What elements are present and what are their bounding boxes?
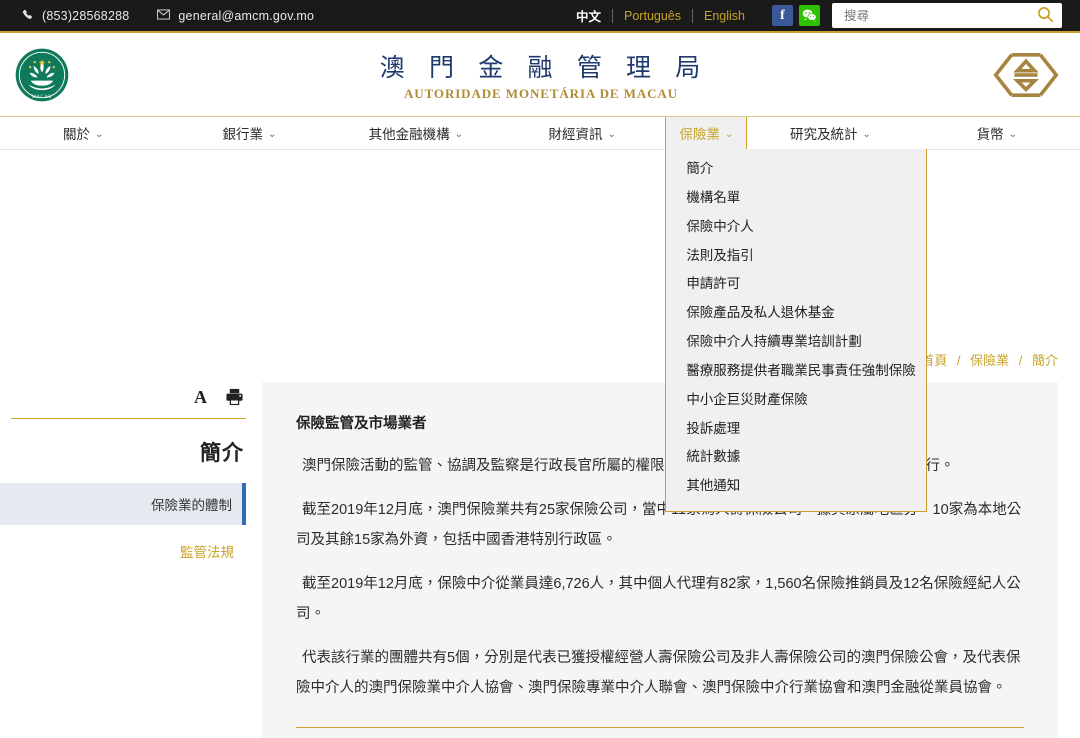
chevron-down-icon: ⌄ — [1009, 129, 1017, 140]
social-links: f — [772, 5, 820, 26]
nav-label-other-financial-institutions: 其他金融機構 — [369, 123, 450, 143]
main-navigation: 關於 ⌄ 銀行業 ⌄ 其他金融機構 ⌄ 財經資訊 ⌄ 保險業 ⌄ 研究及統計 ⌄… — [0, 117, 1080, 150]
facebook-glyph: f — [780, 8, 785, 24]
chevron-down-icon: ⌄ — [455, 129, 463, 140]
phone-number: (853)28568288 — [42, 9, 129, 23]
lang-option-zh[interactable]: 中文 — [565, 6, 612, 25]
site-title-chinese: 澳 門 金 融 管 理 局 — [0, 48, 1080, 84]
nav-item-research-statistics[interactable]: 研究及統計 ⌄ — [747, 117, 913, 149]
breadcrumb: 首頁 / 保險業 / 簡介 — [921, 350, 1058, 369]
sidebar-item-insurance-system[interactable]: 保險業的體制 — [0, 483, 246, 525]
chevron-down-icon: ⌄ — [95, 129, 103, 140]
nav-label-about: 關於 — [63, 123, 90, 143]
sidebar-item-regulations[interactable]: 監管法規 — [0, 525, 246, 572]
dropdown-item-rules-guidelines[interactable]: 法則及指引 — [666, 242, 926, 271]
last-modified-text: 最後修訂: 2020-03-27 14:39:05 — [296, 728, 1024, 738]
dropdown-item-cpd-programme[interactable]: 保險中介人持續專業培訓計劃 — [666, 328, 926, 357]
dropdown-item-insurance-intermediaries[interactable]: 保險中介人 — [666, 213, 926, 242]
print-icon[interactable] — [225, 388, 244, 406]
chevron-down-icon: ⌄ — [268, 129, 276, 140]
language-switcher: 中文 Português English — [565, 6, 756, 25]
envelope-icon — [157, 9, 170, 22]
macau-sar-emblem-icon[interactable]: MACAU — [14, 47, 70, 103]
content-panel: 保險監管及市場業者 澳門保險活動的監管、協調及監察是行政長官所屬的權限，由澳門金… — [262, 382, 1058, 738]
content-paragraph-3: 截至2019年12月底，保險中介從業員達6,726人，其中個人代理有82家，1,… — [296, 569, 1024, 629]
lang-option-pt[interactable]: Português — [612, 9, 692, 23]
site-title-block: 澳 門 金 融 管 理 局 AUTORIDADE MONETÁRIA DE MA… — [0, 48, 1080, 102]
phone-icon — [22, 9, 34, 23]
nav-label-banking: 銀行業 — [223, 123, 264, 143]
svg-text:MACAU: MACAU — [32, 94, 52, 99]
email-address: general@amcm.gov.mo — [178, 9, 314, 23]
dropdown-item-statistics[interactable]: 統計數據 — [666, 443, 926, 472]
sidebar-title: 簡介 — [0, 419, 246, 483]
nav-label-research-statistics: 研究及統計 — [790, 123, 858, 143]
top-utility-bar: (853)28568288 general@amcm.gov.mo 中文 Por… — [0, 0, 1080, 33]
dropdown-item-complaint-handling[interactable]: 投訴處理 — [666, 415, 926, 444]
chevron-down-icon: ⌄ — [607, 129, 615, 140]
facebook-icon[interactable]: f — [772, 5, 793, 26]
search-button[interactable] — [1035, 6, 1056, 26]
nav-item-financial-information[interactable]: 財經資訊 ⌄ — [499, 117, 665, 149]
search-input[interactable] — [842, 8, 1035, 24]
nav-item-banking[interactable]: 銀行業 ⌄ — [166, 117, 332, 149]
font-size-button[interactable]: A — [194, 388, 207, 406]
dropdown-item-insurance-products-pension-funds[interactable]: 保險產品及私人退休基金 — [666, 299, 926, 328]
nav-item-other-financial-institutions[interactable]: 其他金融機構 ⌄ — [333, 117, 499, 149]
page-tools: A — [0, 382, 246, 416]
contact-group: (853)28568288 general@amcm.gov.mo — [22, 9, 314, 23]
nav-label-financial-information: 財經資訊 — [548, 123, 602, 143]
nav-item-about[interactable]: 關於 ⌄ — [0, 117, 166, 149]
dropdown-item-sme-catastrophe-property-insurance[interactable]: 中小企巨災財產保險 — [666, 386, 926, 415]
breadcrumb-section[interactable]: 保險業 — [970, 353, 1009, 368]
nav-label-currency: 貨幣 — [977, 123, 1004, 143]
chevron-down-icon: ⌄ — [725, 129, 733, 140]
nav-item-insurance[interactable]: 保險業 ⌄ — [665, 117, 747, 149]
lang-option-en[interactable]: English — [692, 9, 756, 23]
search-icon — [1037, 6, 1054, 26]
dropdown-item-medical-liability-insurance[interactable]: 醫療服務提供者職業民事責任強制保險 — [666, 357, 926, 386]
nav-label-insurance: 保險業 — [679, 123, 720, 143]
amcm-diamond-logo-icon[interactable] — [990, 49, 1062, 101]
dropdown-item-institution-list[interactable]: 機構名單 — [666, 184, 926, 213]
dropdown-item-other-notices[interactable]: 其他通知 — [666, 472, 926, 501]
breadcrumb-separator: / — [951, 353, 967, 368]
breadcrumb-current: 簡介 — [1032, 353, 1058, 368]
phone-contact[interactable]: (853)28568288 — [22, 9, 129, 23]
dropdown-item-licence-application[interactable]: 申請許可 — [666, 270, 926, 299]
insurance-dropdown-menu: 簡介 機構名單 保險中介人 法則及指引 申請許可 保險產品及私人退休基金 保險中… — [665, 149, 927, 512]
nav-item-currency[interactable]: 貨幣 ⌄ — [914, 117, 1080, 149]
site-title-portuguese: AUTORIDADE MONETÁRIA DE MACAU — [0, 86, 1080, 102]
breadcrumb-separator: / — [1013, 353, 1029, 368]
topbar-right-group: 中文 Português English f — [565, 3, 1062, 28]
masthead: MACAU 澳 門 金 融 管 理 局 AUTORIDADE MONETÁRIA… — [0, 33, 1080, 117]
search-box[interactable] — [832, 3, 1062, 28]
email-contact[interactable]: general@amcm.gov.mo — [157, 9, 314, 23]
dropdown-item-introduction[interactable]: 簡介 — [666, 155, 926, 184]
wechat-icon[interactable] — [799, 5, 820, 26]
page-body: 首頁 / 保險業 / 簡介 A 簡介 保 — [0, 150, 1080, 722]
sidebar: A 簡介 保險業的體制 監管法規 — [0, 382, 262, 738]
chevron-down-icon: ⌄ — [863, 129, 871, 140]
content-paragraph-4: 代表該行業的團體共有5個，分別是代表已獲授權經營人壽保險公司及非人壽保險公司的澳… — [296, 643, 1024, 703]
